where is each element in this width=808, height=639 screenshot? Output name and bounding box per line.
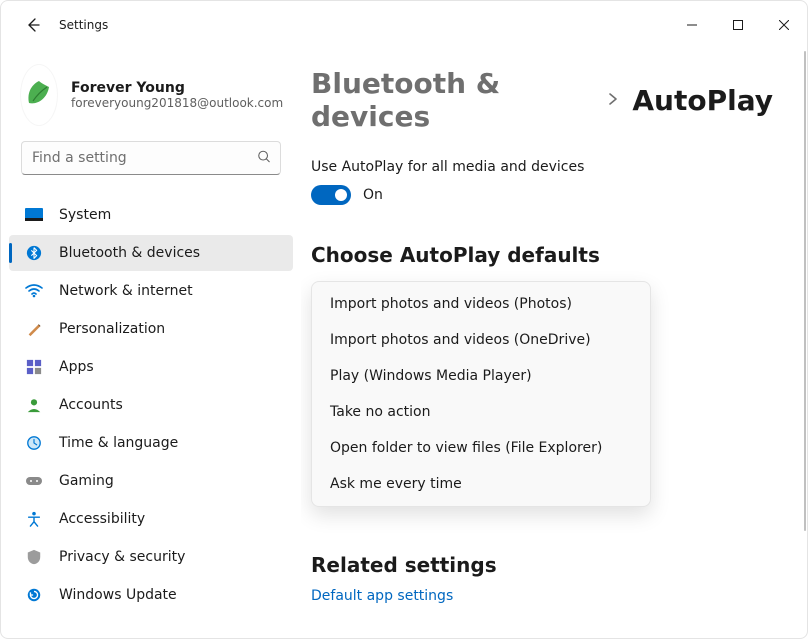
defaults-heading: Choose AutoPlay defaults (311, 243, 773, 267)
menu-item[interactable]: Take no action (312, 394, 650, 430)
sidebar-item-accessibility[interactable]: Accessibility (9, 501, 293, 537)
close-icon (779, 20, 789, 30)
menu-item[interactable]: Import photos and videos (OneDrive) (312, 322, 650, 358)
sidebar-item-label: Privacy & security (59, 549, 185, 565)
profile-text: Forever Young foreveryoung201818@outlook… (71, 80, 283, 110)
gamepad-icon (25, 472, 43, 490)
menu-item[interactable]: Play (Windows Media Player) (312, 358, 650, 394)
nav-list: System Bluetooth & devices Network & int… (1, 185, 301, 638)
menu-item[interactable]: Import photos and videos (Photos) (312, 286, 650, 322)
search-box (21, 141, 281, 175)
sidebar-item-gaming[interactable]: Gaming (9, 463, 293, 499)
wifi-icon (25, 282, 43, 300)
scrollbar-thumb[interactable] (804, 51, 806, 531)
autoplay-defaults-dropdown[interactable]: Import photos and videos (Photos) Import… (311, 281, 651, 513)
bluetooth-icon (25, 244, 43, 262)
sidebar-item-label: Bluetooth & devices (59, 245, 200, 261)
sidebar-item-label: Apps (59, 359, 94, 375)
use-autoplay-label: Use AutoPlay for all media and devices (311, 159, 773, 175)
update-icon (25, 586, 43, 604)
avatar (21, 65, 57, 125)
sidebar-item-personalization[interactable]: Personalization (9, 311, 293, 347)
menu-item[interactable]: Ask me every time (312, 466, 650, 502)
person-icon (25, 396, 43, 414)
shield-icon (25, 548, 43, 566)
window-controls (669, 9, 807, 41)
sidebar-item-label: System (59, 207, 111, 223)
sidebar-item-label: Accounts (59, 397, 123, 413)
default-app-settings-link[interactable]: Default app settings (311, 588, 453, 604)
window-title: Settings (59, 18, 108, 32)
minimize-button[interactable] (669, 9, 715, 41)
autoplay-toggle[interactable] (311, 185, 351, 205)
autoplay-options-menu: Import photos and videos (Photos) Import… (311, 281, 651, 507)
clock-globe-icon (25, 434, 43, 452)
minimize-icon (687, 20, 697, 30)
autoplay-toggle-row: On (311, 185, 773, 205)
sidebar: Forever Young foreveryoung201818@outlook… (1, 49, 301, 638)
apps-icon (25, 358, 43, 376)
profile-email: foreveryoung201818@outlook.com (71, 96, 283, 110)
sidebar-item-accounts[interactable]: Accounts (9, 387, 293, 423)
chevron-right-icon (606, 91, 620, 110)
search-icon (257, 149, 271, 168)
profile-name: Forever Young (71, 80, 283, 96)
search-input[interactable] (21, 141, 281, 175)
settings-window: Settings Fo (0, 0, 808, 639)
profile-block[interactable]: Forever Young foreveryoung201818@outlook… (1, 57, 301, 141)
paintbrush-icon (25, 320, 43, 338)
sidebar-item-system[interactable]: System (9, 197, 293, 233)
sidebar-item-label: Accessibility (59, 511, 145, 527)
sidebar-item-bluetooth-devices[interactable]: Bluetooth & devices (9, 235, 293, 271)
sidebar-item-privacy-security[interactable]: Privacy & security (9, 539, 293, 575)
sidebar-item-label: Time & language (59, 435, 178, 451)
sidebar-item-windows-update[interactable]: Windows Update (9, 577, 293, 613)
maximize-button[interactable] (715, 9, 761, 41)
breadcrumb: Bluetooth & devices AutoPlay (311, 67, 773, 133)
menu-item[interactable]: Open folder to view files (File Explorer… (312, 430, 650, 466)
scrollbar[interactable] (803, 49, 807, 638)
back-arrow-icon (25, 17, 41, 33)
system-icon (25, 206, 43, 224)
sidebar-item-time-language[interactable]: Time & language (9, 425, 293, 461)
autoplay-toggle-state: On (363, 187, 383, 203)
back-button[interactable] (17, 9, 49, 41)
sidebar-item-label: Windows Update (59, 587, 177, 603)
maximize-icon (733, 20, 743, 30)
leaf-icon (21, 77, 57, 113)
sidebar-item-label: Gaming (59, 473, 114, 489)
sidebar-item-network[interactable]: Network & internet (9, 273, 293, 309)
main-content: Bluetooth & devices AutoPlay Use AutoPla… (301, 49, 807, 638)
sidebar-item-label: Personalization (59, 321, 165, 337)
close-button[interactable] (761, 9, 807, 41)
accessibility-icon (25, 510, 43, 528)
breadcrumb-parent[interactable]: Bluetooth & devices (311, 67, 594, 133)
titlebar: Settings (1, 1, 807, 49)
related-heading: Related settings (311, 553, 773, 577)
sidebar-item-label: Network & internet (59, 283, 193, 299)
sidebar-item-apps[interactable]: Apps (9, 349, 293, 385)
breadcrumb-current: AutoPlay (632, 84, 773, 117)
